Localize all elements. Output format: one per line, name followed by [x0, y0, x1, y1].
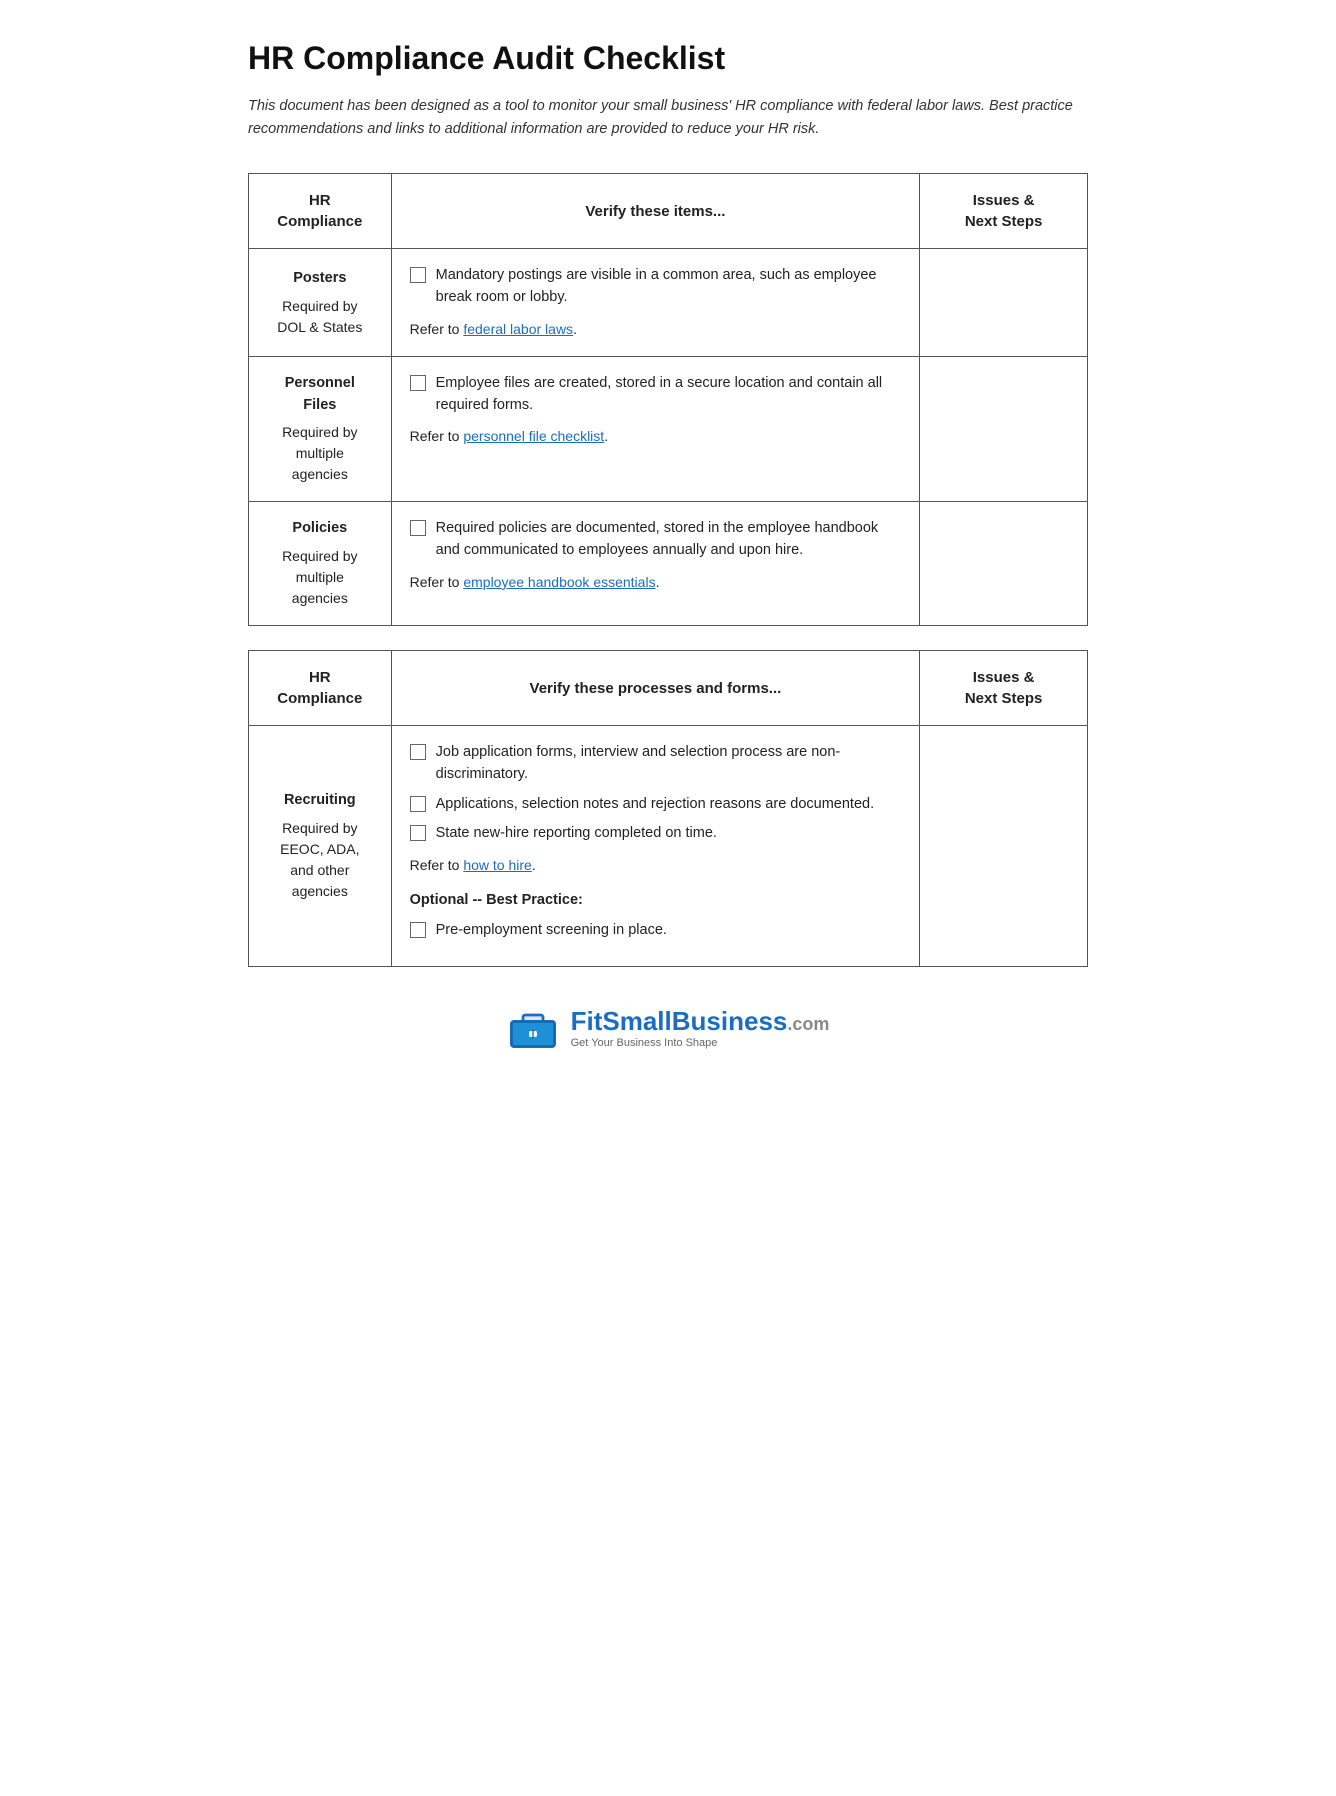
table2-col2-header: Verify these processes and forms... — [391, 651, 920, 726]
checkbox[interactable] — [410, 267, 426, 283]
verify-item-text: Required policies are documented, stored… — [436, 518, 902, 562]
verify-cell-personnel: Employee files are created, stored in a … — [391, 356, 920, 502]
checkbox[interactable] — [410, 744, 426, 760]
table-row: Recruiting Required by EEOC, ADA, and ot… — [249, 726, 1088, 967]
checkbox[interactable] — [410, 375, 426, 391]
refer-link[interactable]: how to hire — [463, 857, 531, 873]
refer-text: Refer to — [410, 574, 464, 590]
refer-line: Refer to federal labor laws. — [410, 319, 902, 340]
briefcase-icon — [507, 1007, 559, 1049]
compliance-cell-policies: Policies Required by multiple agencies — [249, 502, 392, 626]
refer-text: Refer to — [410, 857, 464, 873]
refer-text: Refer to — [410, 428, 464, 444]
refer-text: Refer to — [410, 321, 464, 337]
verify-item: Applications, selection notes and reject… — [410, 794, 902, 816]
refer-line: Refer to employee handbook essentials. — [410, 572, 902, 593]
footer-logo: FitSmallBusiness.com Get Your Business I… — [507, 1007, 830, 1050]
refer-period: . — [656, 574, 660, 590]
table-row: Personnel Files Required by multiple age… — [249, 356, 1088, 502]
intro-text: This document has been designed as a too… — [248, 95, 1088, 141]
verify-cell-policies: Required policies are documented, stored… — [391, 502, 920, 626]
verify-item-text: Pre-employment screening in place. — [436, 920, 902, 942]
compliance-label: Policies — [267, 518, 373, 540]
logo-com: .com — [787, 1014, 829, 1034]
verify-item-text: Job application forms, interview and sel… — [436, 742, 902, 786]
refer-period: . — [573, 321, 577, 337]
verify-item: State new-hire reporting completed on ti… — [410, 823, 902, 845]
compliance-label: Posters — [267, 268, 373, 290]
refer-period: . — [604, 428, 608, 444]
compliance-cell-recruiting: Recruiting Required by EEOC, ADA, and ot… — [249, 726, 392, 967]
verify-cell-posters: Mandatory postings are visible in a comm… — [391, 249, 920, 357]
compliance-sublabel: Required by EEOC, ADA, and other agencie… — [267, 818, 373, 902]
verify-item-text: Mandatory postings are visible in a comm… — [436, 265, 902, 309]
table1-col1-header: HRCompliance — [249, 174, 392, 249]
logo-text: FitSmallBusiness.com Get Your Business I… — [571, 1007, 830, 1050]
refer-period: . — [532, 857, 536, 873]
verify-item-text: Employee files are created, stored in a … — [436, 373, 902, 417]
refer-link[interactable]: personnel file checklist — [463, 428, 604, 444]
checkbox[interactable] — [410, 520, 426, 536]
table2-col3-header: Issues &Next Steps — [920, 651, 1088, 726]
compliance-sublabel: Required by DOL & States — [267, 296, 373, 338]
checkbox[interactable] — [410, 796, 426, 812]
table2-col1-header: HRCompliance — [249, 651, 392, 726]
verify-item-text: Applications, selection notes and reject… — [436, 794, 902, 816]
compliance-sublabel: Required by multiple agencies — [267, 422, 373, 485]
verify-item-text: State new-hire reporting completed on ti… — [436, 823, 902, 845]
issues-cell-recruiting — [920, 726, 1088, 967]
logo-main: FitSmallBusiness.com — [571, 1007, 830, 1036]
table-processes: HRCompliance Verify these processes and … — [248, 650, 1088, 967]
refer-link[interactable]: employee handbook essentials — [463, 574, 655, 590]
verify-cell-recruiting: Job application forms, interview and sel… — [391, 726, 920, 967]
compliance-label: Recruiting — [267, 790, 373, 812]
table-row: Policies Required by multiple agencies R… — [249, 502, 1088, 626]
verify-item: Employee files are created, stored in a … — [410, 373, 902, 417]
footer: FitSmallBusiness.com Get Your Business I… — [248, 1007, 1088, 1050]
refer-line: Refer to personnel file checklist. — [410, 426, 902, 447]
logo-brand: FitSmallBusiness — [571, 1006, 788, 1036]
verify-item-best-practice: Pre-employment screening in place. — [410, 920, 902, 942]
checkbox[interactable] — [410, 825, 426, 841]
refer-link[interactable]: federal labor laws — [463, 321, 573, 337]
verify-item: Required policies are documented, stored… — [410, 518, 902, 562]
best-practice-label: Optional -- Best Practice: — [410, 890, 902, 912]
issues-cell-policies — [920, 502, 1088, 626]
logo-tagline: Get Your Business Into Shape — [571, 1037, 718, 1049]
verify-item: Job application forms, interview and sel… — [410, 742, 902, 786]
compliance-cell-personnel: Personnel Files Required by multiple age… — [249, 356, 392, 502]
issues-cell-personnel — [920, 356, 1088, 502]
compliance-label: Personnel Files — [267, 373, 373, 417]
page-title: HR Compliance Audit Checklist — [248, 40, 1088, 77]
checkbox[interactable] — [410, 922, 426, 938]
table1-col3-header: Issues &Next Steps — [920, 174, 1088, 249]
table-items: HRCompliance Verify these items... Issue… — [248, 173, 1088, 626]
table-row: Posters Required by DOL & States Mandato… — [249, 249, 1088, 357]
issues-cell-posters — [920, 249, 1088, 357]
table1-col2-header: Verify these items... — [391, 174, 920, 249]
compliance-sublabel: Required by multiple agencies — [267, 546, 373, 609]
verify-item: Mandatory postings are visible in a comm… — [410, 265, 902, 309]
compliance-cell-posters: Posters Required by DOL & States — [249, 249, 392, 357]
refer-line: Refer to how to hire. — [410, 855, 902, 876]
